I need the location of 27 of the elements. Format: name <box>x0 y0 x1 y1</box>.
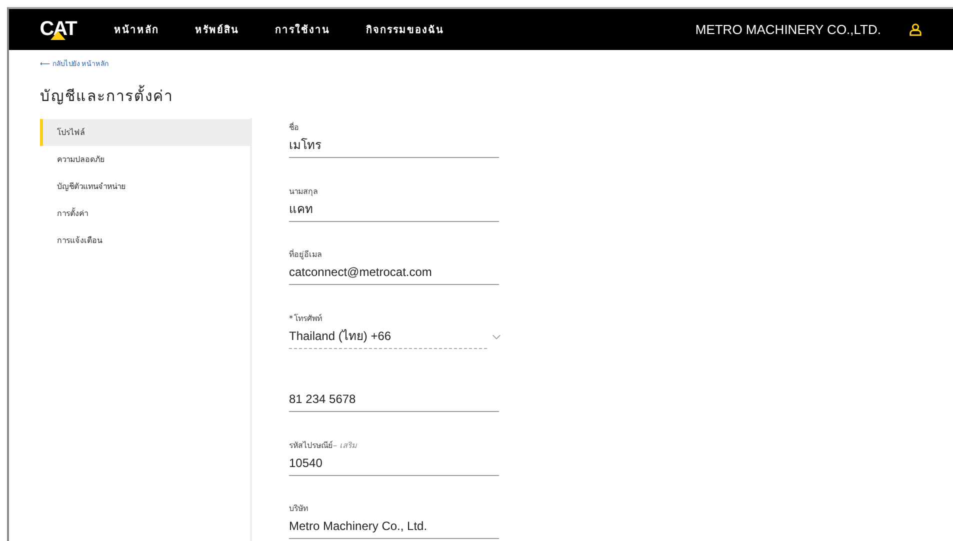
field-label: บริษัท <box>289 503 309 515</box>
sidebar-item[interactable]: โปรไฟล์ <box>40 119 250 146</box>
field-label: *โทรศัพท์ <box>289 312 323 324</box>
nav-link[interactable]: การใช้งาน <box>275 22 330 37</box>
field-label: ที่อยู่อีเมล <box>289 248 323 262</box>
sidebar-item[interactable]: การตั้งค่า <box>40 200 250 227</box>
chevron-down-icon[interactable] <box>492 334 501 340</box>
sidebar-item[interactable]: ความปลอดภัย <box>40 146 250 173</box>
field-label: นามสกุล <box>289 186 319 198</box>
logo[interactable]: CAT <box>40 19 76 40</box>
nav-link[interactable]: หรัพย์สิน <box>195 22 239 37</box>
field-label: ชื่อ <box>289 121 300 134</box>
sidebar-item[interactable]: บัญชีตัวแทนจำหน่าย <box>40 173 250 200</box>
input-field[interactable]: แคท <box>289 198 499 222</box>
input-field[interactable]: 10540 <box>289 452 499 476</box>
input-field[interactable]: catconnect@metrocat.com <box>289 262 499 285</box>
user-icon[interactable] <box>909 23 922 36</box>
company-name: METRO MACHINERY CO.,LTD. <box>695 22 881 37</box>
input-field[interactable]: 81 234 5678 <box>289 389 499 412</box>
field-label: รหัสไปรษณีย์– เสริม <box>289 440 358 452</box>
input-field[interactable]: เมโทร <box>289 135 499 158</box>
input-field[interactable]: Metro Machinery Co., Ltd. <box>289 516 499 539</box>
nav-link[interactable]: กิจกรรมของฉัน <box>366 22 444 37</box>
nav-link[interactable]: หน้าหลัก <box>114 22 159 37</box>
page-title: บัญชีและการตั้งค่า <box>40 84 174 107</box>
country-code-dropdown[interactable]: Thailand (ไทย) +66 <box>289 326 487 348</box>
sidebar-item[interactable]: การแจ้งเตือน <box>40 227 250 254</box>
